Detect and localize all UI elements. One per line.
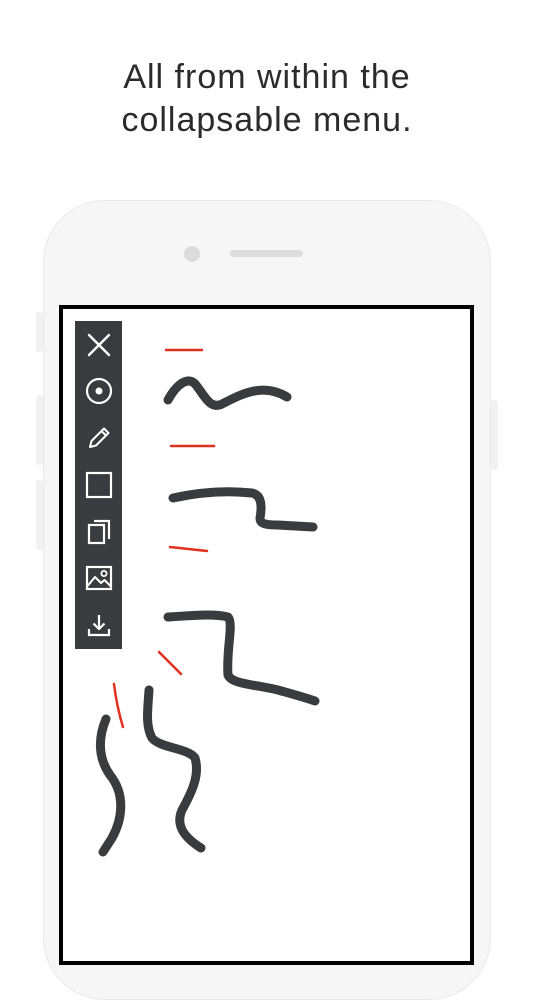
download-button[interactable] (75, 603, 122, 647)
stroke-step-1 (168, 487, 318, 532)
close-icon (87, 333, 110, 357)
square-tool-button[interactable] (75, 463, 122, 507)
square-icon (85, 471, 112, 499)
stroke-accent-5 (112, 682, 125, 729)
pencil-tool-button[interactable] (75, 416, 122, 460)
stroke-vertical-right (143, 685, 206, 853)
pencil-icon (88, 427, 109, 448)
copy-icon (87, 519, 110, 545)
stroke-step-2 (163, 610, 320, 706)
stroke-accent-4 (157, 650, 183, 676)
stroke-accent-3 (168, 545, 209, 553)
close-button[interactable] (75, 323, 122, 367)
copy-tool-button[interactable] (75, 510, 122, 554)
stroke-wave (163, 376, 292, 410)
stroke-vertical-left (96, 714, 126, 857)
target-tool-button[interactable] (75, 369, 122, 413)
download-icon (87, 615, 110, 637)
collapsable-menu (75, 321, 122, 649)
image-tool-button[interactable] (75, 556, 122, 600)
image-icon (85, 565, 112, 591)
target-icon (85, 377, 112, 405)
